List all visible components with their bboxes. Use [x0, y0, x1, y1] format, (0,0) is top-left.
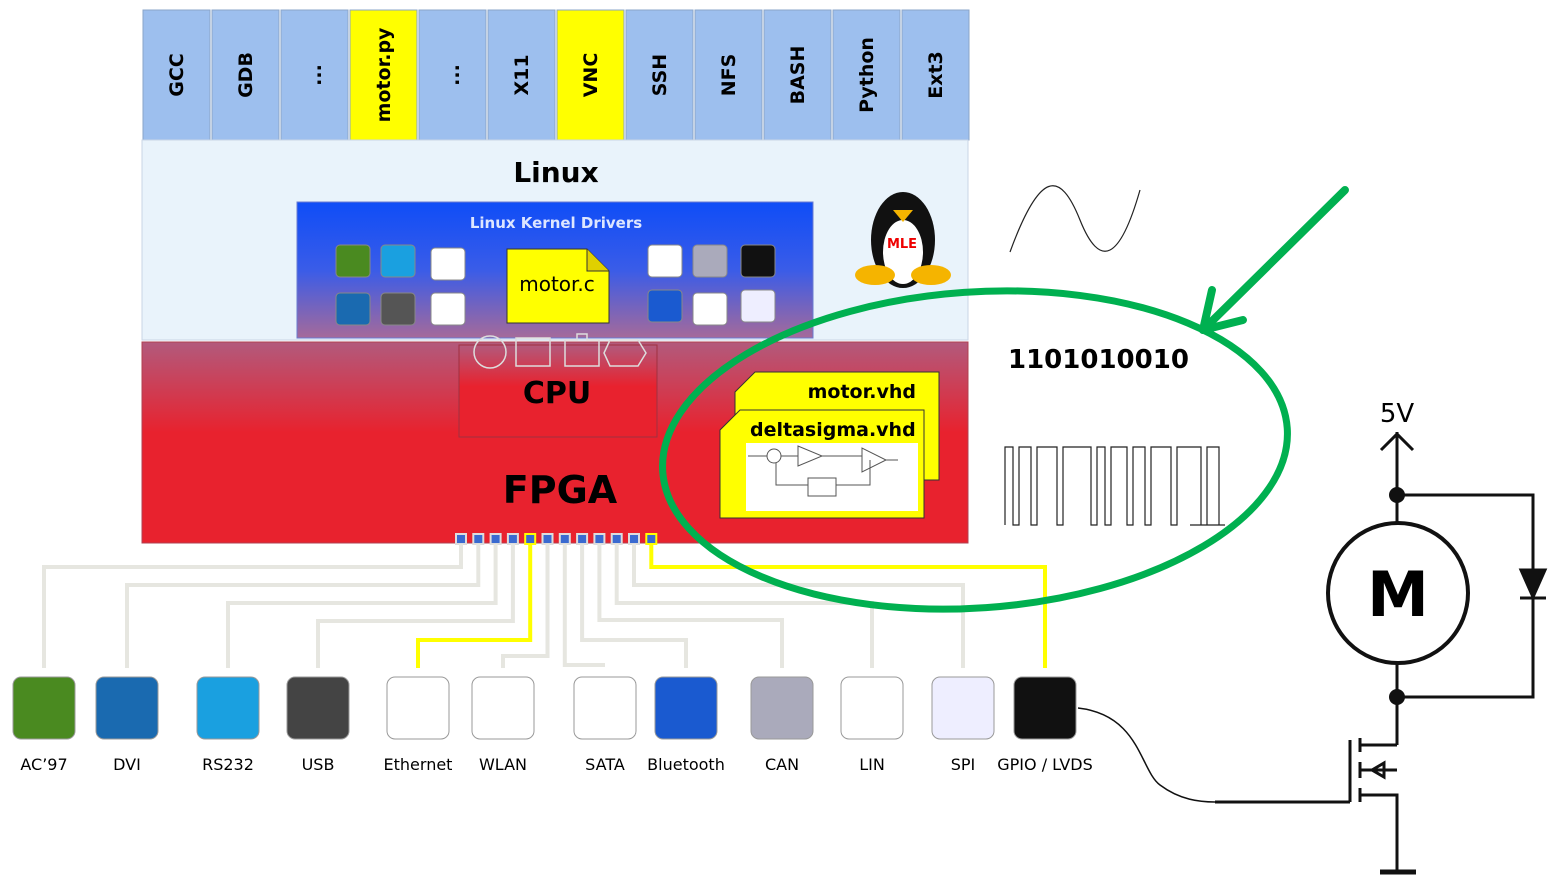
- io-pin: [489, 533, 502, 545]
- peripheral-sata: SATA: [573, 676, 637, 774]
- io-wire: [614, 544, 874, 668]
- monitor-icon: [335, 292, 371, 326]
- kernel-drivers-label: Linux Kernel Drivers: [470, 214, 642, 232]
- usb-icon: [380, 292, 416, 326]
- motor-c-label: motor.c: [519, 272, 595, 296]
- io-wire: [42, 544, 463, 668]
- gpio-icon: [1013, 676, 1077, 740]
- peripheral-label: RS232: [202, 755, 254, 774]
- peripheral-ethernet: Ethernet: [384, 676, 453, 774]
- io-wire: [501, 544, 550, 668]
- peripheral-usb: USB: [286, 676, 350, 774]
- motor-label: M: [1367, 558, 1429, 631]
- monitor-icon: [95, 676, 159, 740]
- app-label: ...: [442, 64, 464, 86]
- io-wire: [597, 544, 784, 668]
- speaker-icon: [335, 244, 371, 278]
- peripheral-label: GPIO / LVDS: [997, 755, 1093, 774]
- peripheral-label: AC’97: [20, 755, 67, 774]
- supply-label: 5V: [1380, 399, 1415, 429]
- lin-icon: [692, 292, 728, 326]
- diagram: GCC GDB... motor.py... X11 VNC SSH NFS BASH Pyth…: [0, 0, 1554, 882]
- peripheral-spi: SPI: [931, 676, 995, 774]
- io-wire: [316, 544, 515, 668]
- app-label: Python: [856, 37, 878, 113]
- sata-icon: [647, 244, 683, 278]
- wifi-icon: [430, 247, 466, 281]
- app-label: Ext3: [925, 51, 947, 99]
- linux-label: Linux: [513, 156, 598, 189]
- peripheral-wlan: WLAN: [471, 676, 535, 774]
- speaker-icon: [12, 676, 76, 740]
- peripheral-ac-97: AC’97: [12, 676, 76, 774]
- app-label: GDB: [235, 52, 257, 98]
- io-pin: [506, 533, 519, 545]
- motor-circuit: [1077, 431, 1548, 875]
- app-label: VNC: [580, 53, 602, 98]
- peripheral-rs232: RS232: [196, 676, 260, 774]
- delta-sigma-schematic: [746, 443, 918, 511]
- peripheral-label: DVI: [113, 755, 141, 774]
- touch-icon: [931, 676, 995, 740]
- peripheral-label: WLAN: [479, 755, 527, 774]
- peripheral-can: CAN: [750, 676, 814, 774]
- fpga-label: FPGA: [503, 468, 618, 512]
- io-wire: [125, 544, 481, 668]
- peripheral-bluetooth: Bluetooth: [647, 676, 725, 774]
- deltasigma-vhd-label: deltasigma.vhd: [750, 419, 916, 441]
- io-pin: [455, 533, 467, 545]
- peripheral-list: AC’97 DVI RS232 USB Ethernet WLAN SATA Bluetoot…: [12, 676, 1093, 774]
- pwm-waveform: [1004, 446, 1225, 526]
- sata-icon: [573, 676, 637, 740]
- svg-text:MLE: MLE: [887, 237, 917, 252]
- io-pin: [645, 533, 658, 545]
- diagram-canvas: GCC GDB... motor.py... X11 VNC SSH NFS BASH Pyth…: [12, 9, 1548, 875]
- app-label: GCC: [166, 53, 188, 96]
- bluetooth-icon: [647, 289, 683, 323]
- lin-icon: [840, 676, 904, 740]
- io-pin: [576, 533, 589, 545]
- network-icon: [430, 292, 466, 326]
- app-label: motor.py: [373, 27, 395, 122]
- io-wire: [226, 544, 498, 668]
- peripheral-label: SATA: [585, 755, 625, 774]
- bluetooth-icon: [654, 676, 718, 740]
- io-pin: [593, 533, 606, 545]
- car-icon: [692, 244, 728, 278]
- peripheral-label: Bluetooth: [647, 755, 725, 774]
- motor-vhd-label: motor.vhd: [808, 381, 916, 403]
- rs232-icon: [380, 244, 416, 278]
- network-icon: [386, 676, 450, 740]
- app-label: SSH: [649, 54, 671, 96]
- app-label: BASH: [787, 46, 809, 105]
- usb-icon: [286, 676, 350, 740]
- peripheral-label: CAN: [765, 755, 799, 774]
- peripheral-dvi: DVI: [95, 676, 159, 774]
- car-icon: [750, 676, 814, 740]
- io-pin: [524, 533, 537, 545]
- rs232-icon: [196, 676, 260, 740]
- sine-wave: [1009, 185, 1141, 253]
- app-label: X11: [511, 54, 533, 95]
- io-pin: [628, 533, 640, 545]
- io-pin: [541, 533, 554, 545]
- gpio-icon: [740, 244, 776, 278]
- binary-stream: 1101010010: [1008, 345, 1189, 375]
- io-pin: [558, 533, 571, 545]
- cpu-label: CPU: [523, 376, 591, 411]
- peripheral-label: SPI: [951, 755, 976, 774]
- green-arrow: [1199, 186, 1349, 334]
- touch-icon: [740, 289, 776, 323]
- peripheral-lin: LIN: [840, 676, 904, 774]
- app-layer: GCC GDB... motor.py... X11 VNC SSH NFS BASH Pyth…: [142, 9, 970, 141]
- wifi-icon: [471, 676, 535, 740]
- app-label: NFS: [718, 54, 740, 97]
- app-label: ...: [304, 64, 326, 86]
- peripheral-label: Ethernet: [384, 755, 453, 774]
- peripheral-gpio-lvds: GPIO / LVDS: [997, 676, 1093, 774]
- io-pin: [610, 533, 623, 545]
- peripheral-label: USB: [302, 755, 335, 774]
- io-pin: [472, 533, 485, 545]
- peripheral-label: LIN: [859, 755, 885, 774]
